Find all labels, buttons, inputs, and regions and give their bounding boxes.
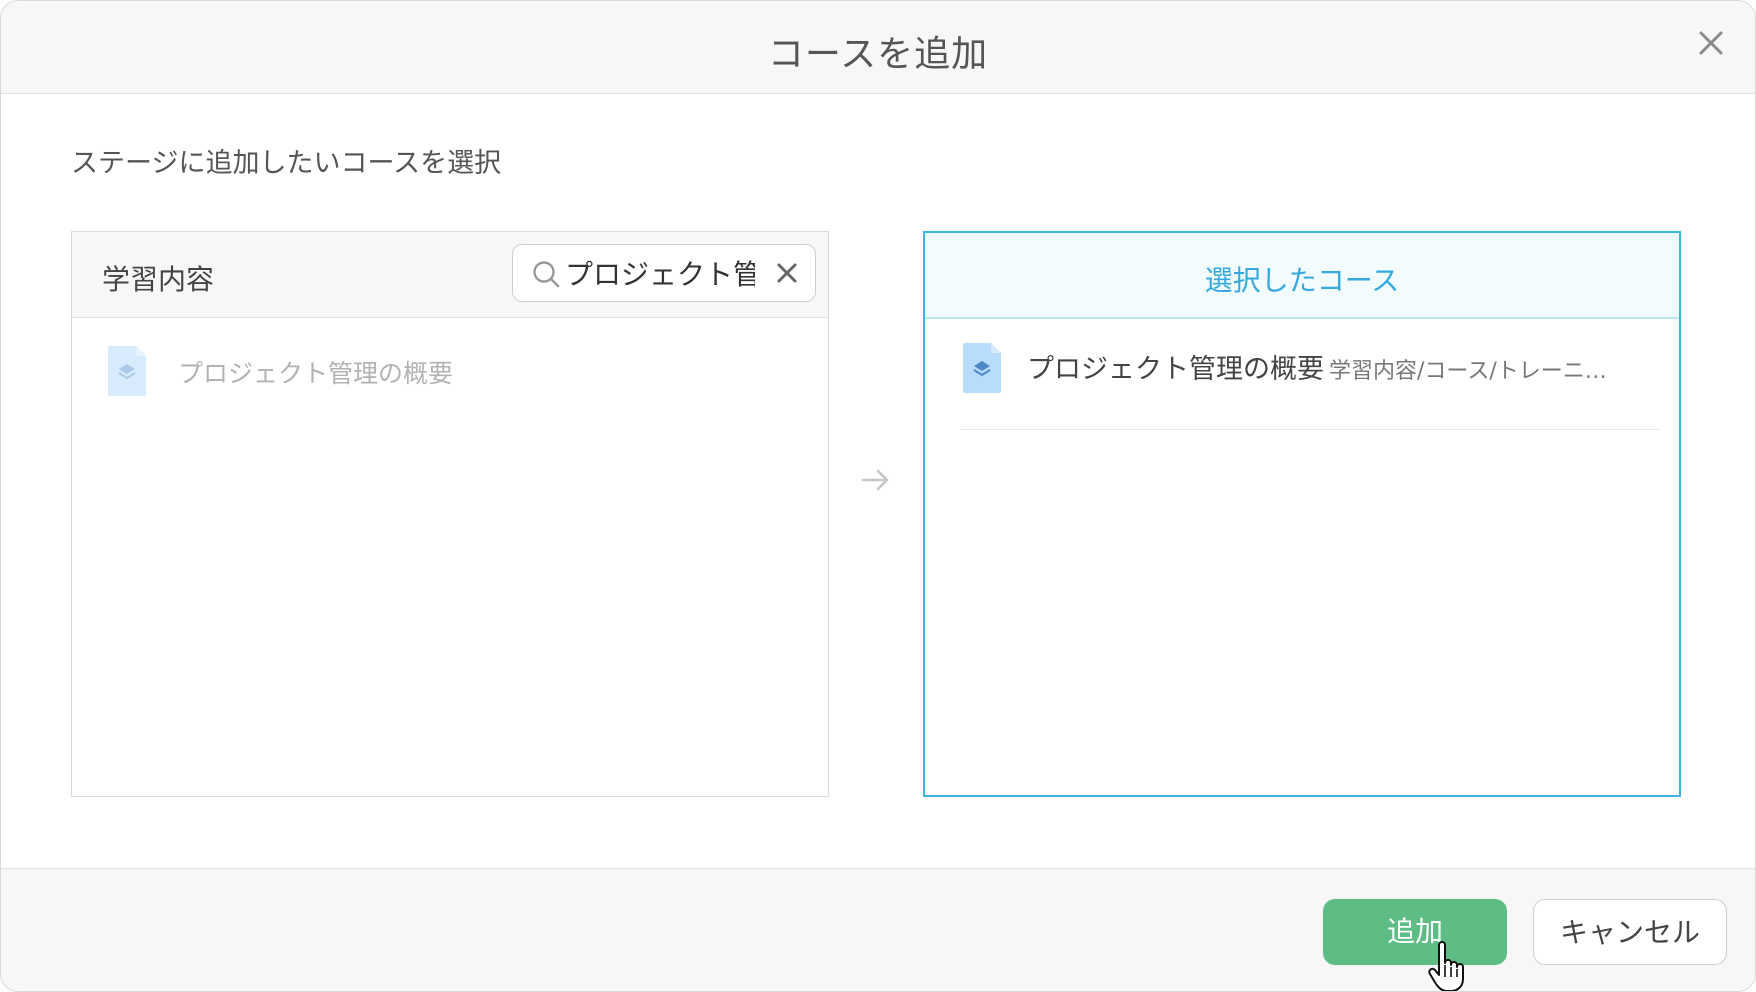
selected-course-item[interactable]: プロジェクト管理の概要 学習内容/コース/トレーニ… xyxy=(961,341,1661,430)
hand-cursor-icon xyxy=(1428,941,1464,991)
search-icon xyxy=(533,261,560,288)
dialog-footer: 追加 キャンセル xyxy=(1,868,1755,991)
selected-course-name: プロジェクト管理の概要 xyxy=(1027,354,1324,385)
source-panel-title: 学習内容 xyxy=(102,263,215,296)
add-button[interactable]: 追加 xyxy=(1323,899,1507,965)
course-list-item: プロジェクト管理の概要 xyxy=(106,344,808,400)
dialog-header: コースを追加 xyxy=(1,1,1755,94)
arrow-right-icon xyxy=(861,469,889,491)
selected-panel-title: 選択したコース xyxy=(1204,264,1400,297)
search-box[interactable] xyxy=(512,244,816,302)
course-name: プロジェクト管理の概要 xyxy=(178,359,454,388)
dialog-title: コースを追加 xyxy=(767,34,989,75)
source-panel: 学習内容 プロジェクト管理の概要 xyxy=(71,231,829,797)
selected-course-path: 学習内容/コース/トレーニ… xyxy=(1329,359,1607,384)
close-icon[interactable] xyxy=(1695,27,1727,59)
search-input[interactable] xyxy=(565,253,755,293)
course-doc-icon xyxy=(108,346,146,396)
add-course-dialog: コースを追加 ステージに追加したいコースを選択 学習内容 プロジェクト管 プロジ… xyxy=(0,0,1756,992)
selected-panel-header: 選択したコース xyxy=(925,233,1679,319)
clear-icon[interactable] xyxy=(775,261,799,285)
source-panel-header: 学習内容 xyxy=(72,232,828,318)
cancel-button[interactable]: キャンセル xyxy=(1533,899,1727,965)
course-doc-icon xyxy=(963,343,1001,393)
selected-panel: 選択したコース プロジェクト管理の概要 学習内容/コース/トレーニ… xyxy=(923,231,1681,797)
instruction-text: ステージに追加したいコースを選択 xyxy=(71,148,502,179)
